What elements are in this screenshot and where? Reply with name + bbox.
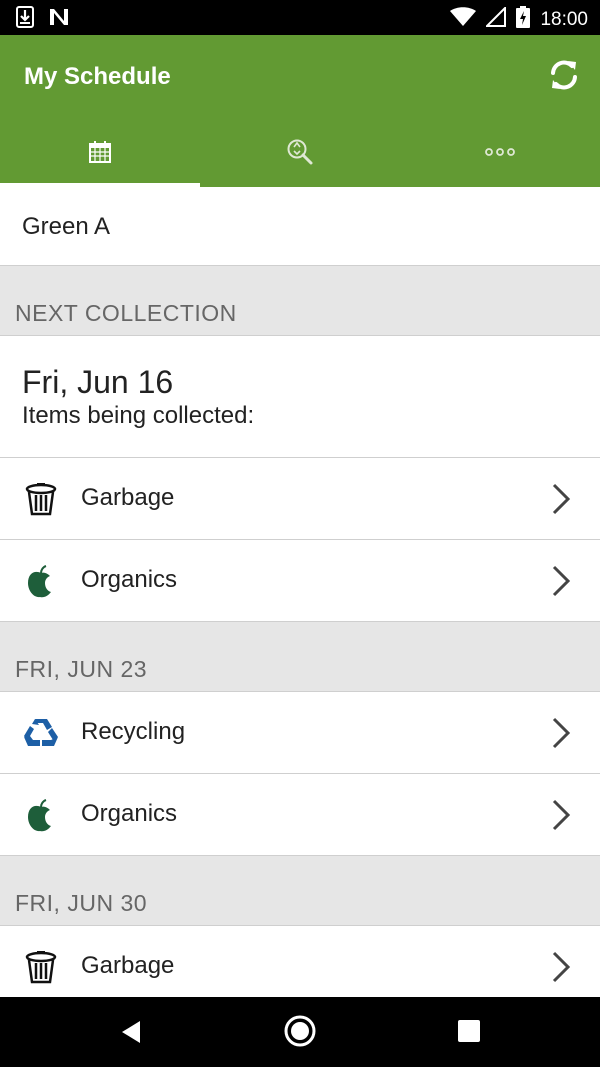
section-header: FRI, JUN 30 xyxy=(0,856,600,926)
more-icon xyxy=(485,148,515,156)
calendar-icon xyxy=(89,141,111,163)
tab-search[interactable] xyxy=(200,117,400,187)
refresh-icon xyxy=(551,60,577,90)
next-collection-info: Fri, Jun 16 Items being collected: xyxy=(0,336,600,458)
next-collection-date: Fri, Jun 16 xyxy=(22,364,174,400)
battery-charging-icon xyxy=(516,6,531,33)
tab-more[interactable] xyxy=(400,117,600,187)
chevron-right-icon xyxy=(552,951,571,983)
recycle-icon xyxy=(22,715,60,753)
app-bar: My Schedule xyxy=(0,35,600,117)
chevron-right-icon xyxy=(552,483,571,515)
chevron-right-icon xyxy=(552,565,571,597)
list-item-label: Organics xyxy=(81,566,178,593)
list-item-organics[interactable]: Organics xyxy=(0,774,600,856)
list-item-label: Organics xyxy=(81,800,178,827)
page-title: My Schedule xyxy=(24,63,171,90)
list-item-recycling[interactable]: Recycling xyxy=(0,692,600,774)
home-icon[interactable] xyxy=(283,1014,317,1048)
download-icon xyxy=(16,6,34,33)
section-header: FRI, JUN 23 xyxy=(0,622,600,692)
garbage-bin-icon xyxy=(22,481,60,519)
garbage-bin-icon xyxy=(22,949,60,987)
apple-icon xyxy=(22,797,60,835)
search-recycle-icon xyxy=(287,139,313,165)
list-item-garbage[interactable]: Garbage xyxy=(0,926,600,1008)
wifi-icon xyxy=(450,7,477,32)
list-item-label: Garbage xyxy=(81,484,175,511)
tab-schedule[interactable] xyxy=(0,117,200,187)
refresh-button[interactable] xyxy=(544,55,584,95)
list-item-label: Garbage xyxy=(81,952,175,979)
cellular-signal-icon xyxy=(485,5,507,32)
collection-group-name: Green A xyxy=(0,187,600,266)
system-nav-bar xyxy=(0,997,600,1067)
chevron-right-icon xyxy=(552,717,571,749)
recents-icon[interactable] xyxy=(457,1019,481,1043)
n-notification-icon xyxy=(48,7,70,32)
status-bar: 18:00 xyxy=(0,0,600,35)
back-icon[interactable] xyxy=(118,1019,144,1045)
list-item-garbage[interactable]: Garbage xyxy=(0,458,600,540)
schedule-list: Green A NEXT COLLECTION Fri, Jun 16 Item… xyxy=(0,187,600,1008)
next-collection-subtitle: Items being collected: xyxy=(22,402,255,429)
clock: 18:00 xyxy=(540,8,588,30)
tab-bar xyxy=(0,117,600,187)
apple-icon xyxy=(22,563,60,601)
section-header: NEXT COLLECTION xyxy=(0,266,600,336)
chevron-right-icon xyxy=(552,799,571,831)
list-item-organics[interactable]: Organics xyxy=(0,540,600,622)
list-item-label: Recycling xyxy=(81,718,186,745)
